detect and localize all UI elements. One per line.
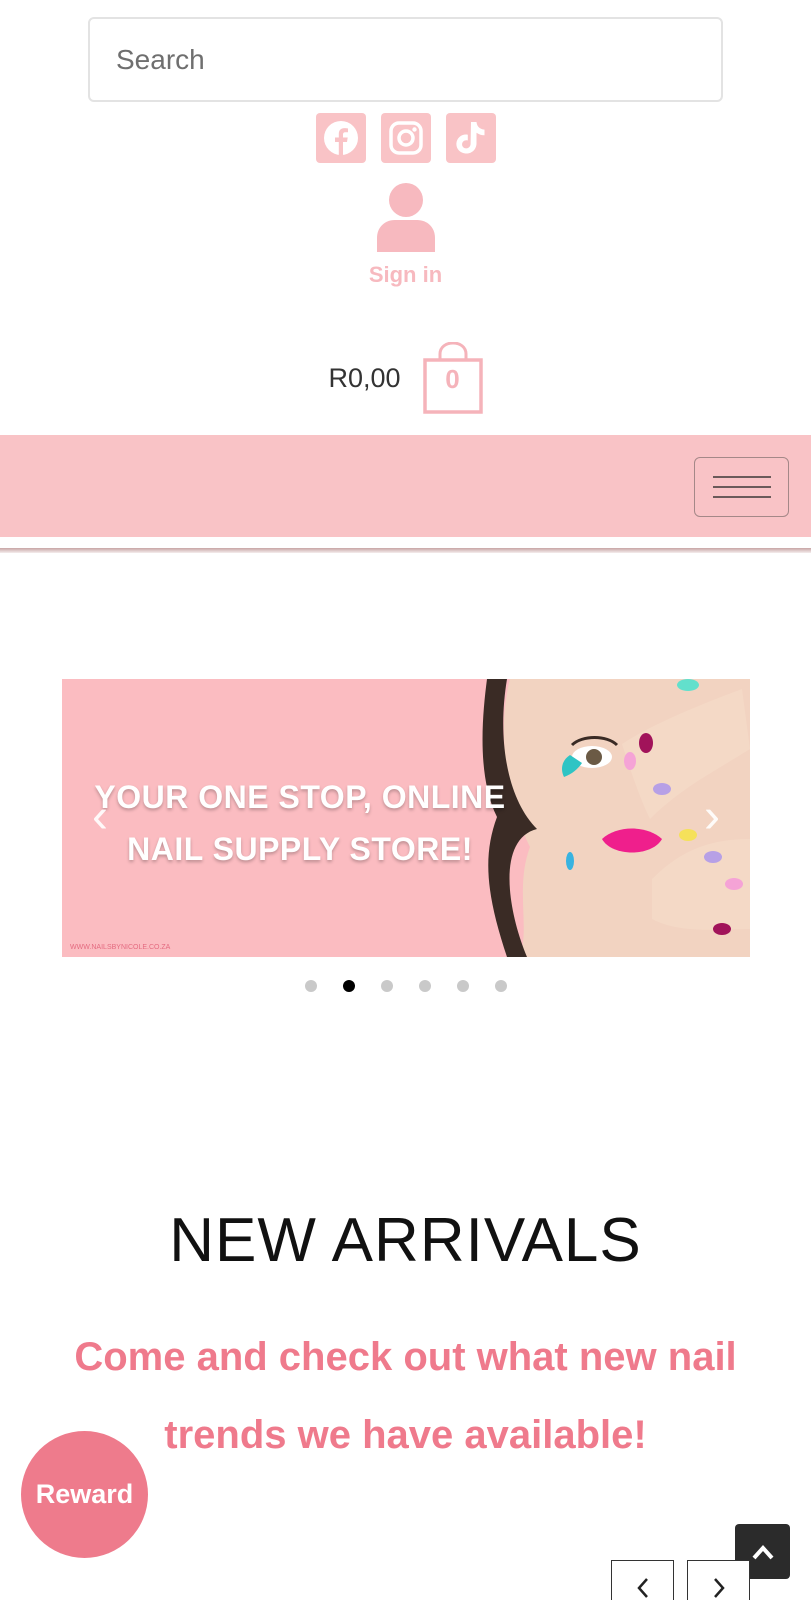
navbar-divider [0,548,811,553]
slider-dot[interactable] [304,980,317,992]
chevron-up-icon [752,1544,773,1559]
hamburger-icon-line [712,496,771,498]
slider-pagination [0,980,811,992]
banner-url: WWW.NAILSBYNICOLE.CO.ZA [70,944,171,951]
tiktok-link[interactable] [445,113,496,163]
slider-prev-button[interactable]: ‹ [92,789,108,844]
hero-slider: YOUR ONE STOP, ONLINE NAIL SUPPLY STORE!… [62,679,750,957]
cart-total: R0,00 [328,362,401,393]
section-subtitle: Come and check out what new nail trends … [74,1335,737,1457]
tiktok-icon [455,122,484,154]
chevron-right-icon [713,1578,725,1598]
menu-toggle-button[interactable] [694,457,789,517]
products-prev-button[interactable] [611,1560,674,1600]
reward-button[interactable]: Reward [21,1431,148,1558]
instagram-icon [388,121,423,155]
banner-headline-line-2: NAIL SUPPLY STORE! [127,831,473,867]
slider-next-button[interactable]: › [704,789,720,844]
account-link[interactable]: Sign in [0,182,811,288]
social-links [0,113,811,163]
cart-count: 0 [445,364,460,394]
products-next-button[interactable] [687,1560,750,1600]
section-title: NEW ARRIVALS [169,1206,642,1275]
banner-headline-line-1: YOUR ONE STOP, ONLINE [94,779,506,815]
search-box[interactable] [88,17,723,102]
hamburger-icon-line [712,476,771,478]
banner-headline: YOUR ONE STOP, ONLINE NAIL SUPPLY STORE! [70,771,530,875]
slider-dot-active[interactable] [342,980,355,992]
hamburger-icon-line [712,486,771,488]
user-icon [376,183,435,252]
instagram-link[interactable] [380,113,431,163]
slider-dot[interactable] [456,980,469,992]
facebook-link[interactable] [315,113,366,163]
facebook-icon [323,121,358,155]
chevron-left-icon [636,1578,648,1598]
search-input[interactable] [116,43,721,76]
slider-dot[interactable] [380,980,393,992]
slider-dot[interactable] [418,980,431,992]
navbar [0,435,811,537]
cart-summary[interactable]: R0,00 0 [0,341,811,414]
slider-dot[interactable] [494,980,507,992]
sign-in-label: Sign in [368,262,443,287]
cart-bag[interactable]: 0 [422,341,483,414]
